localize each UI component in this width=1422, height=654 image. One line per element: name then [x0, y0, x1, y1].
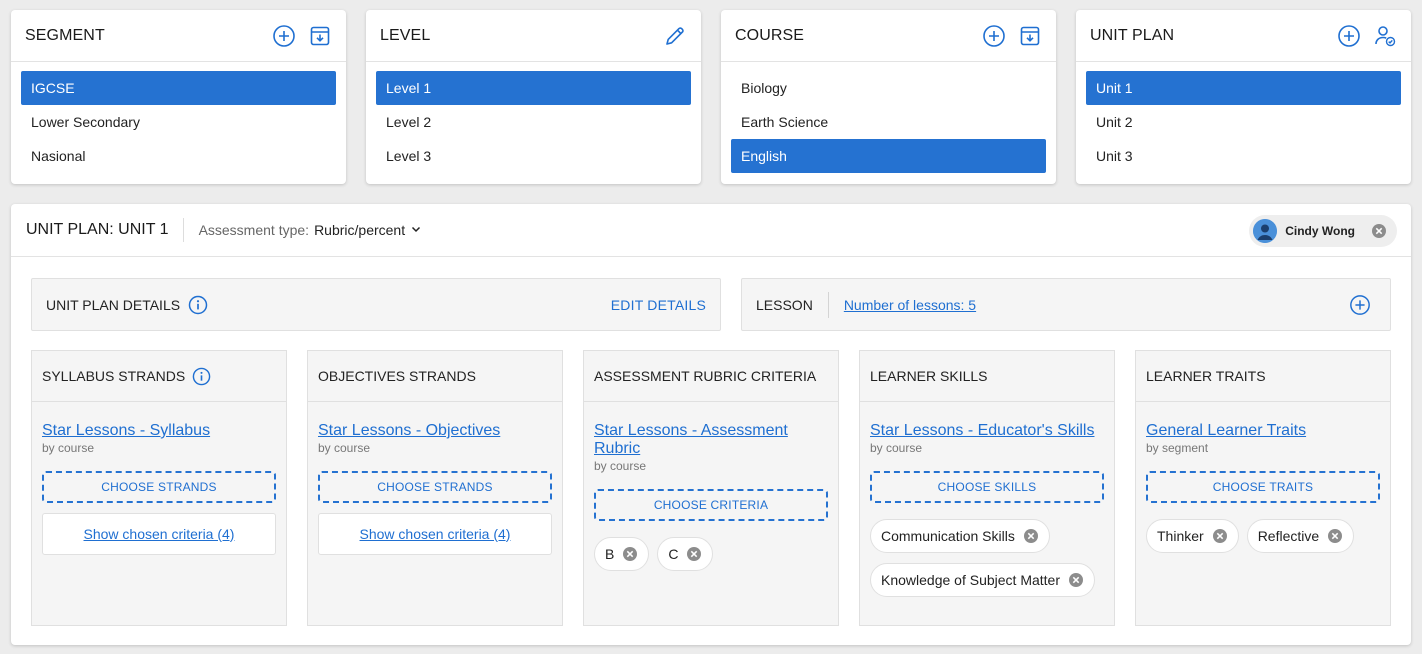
segment-item[interactable]: Nasional	[21, 139, 336, 173]
skill-chip: Knowledge of Subject Matter	[870, 563, 1095, 597]
unit-plan-details-label: UNIT PLAN DETAILS	[46, 296, 181, 313]
divider	[827, 291, 829, 318]
choose-strands-button[interactable]: CHOOSE STRANDS	[318, 471, 552, 503]
number-of-lessons-link[interactable]: Number of lessons: 5	[844, 297, 976, 313]
lesson-label: LESSON	[756, 296, 813, 313]
chevron-down-icon	[410, 222, 422, 238]
learner-traits-column: LEARNER TRAITS General Learner Traits by…	[1135, 350, 1391, 626]
assessment-type-label: Assessment type:	[198, 222, 310, 238]
segment-item[interactable]: IGCSE	[21, 71, 336, 105]
remove-chip-icon[interactable]	[686, 546, 702, 562]
source-link[interactable]: General Learner Traits	[1146, 422, 1380, 440]
column-header: ASSESSMENT RUBRIC CRITERIA	[594, 368, 817, 384]
chip-list: Thinker Reflective	[1146, 519, 1380, 553]
assessment-rubric-column: ASSESSMENT RUBRIC CRITERIA Star Lessons …	[583, 350, 839, 626]
pencil-edit-icon[interactable]	[663, 24, 687, 48]
edit-details-button[interactable]: EDIT DETAILS	[611, 297, 706, 313]
level-item[interactable]: Level 2	[376, 105, 691, 139]
level-list: Level 1 Level 2 Level 3	[366, 62, 701, 182]
unit-plan-heading: UNIT PLAN: UNIT 1	[26, 218, 184, 242]
source-scope: by course	[42, 441, 95, 455]
unit-plan-card: UNIT PLAN Unit 1 Unit 2 Unit 3	[1076, 10, 1411, 184]
remove-user-icon[interactable]	[1371, 223, 1387, 239]
level-item[interactable]: Level 3	[376, 139, 691, 173]
trait-chip: Thinker	[1146, 519, 1239, 553]
skill-chip: Communication Skills	[870, 519, 1050, 553]
source-link[interactable]: Star Lessons - Syllabus	[42, 422, 276, 440]
remove-chip-icon[interactable]	[1212, 528, 1228, 544]
source-link[interactable]: Star Lessons - Educator's Skills	[870, 422, 1104, 440]
avatar	[1253, 219, 1278, 243]
trait-chip: Reflective	[1246, 519, 1355, 553]
user-chip: Cindy Wong	[1249, 215, 1397, 247]
unit-plan-item[interactable]: Unit 2	[1086, 105, 1401, 139]
chip-label: Communication Skills	[881, 528, 1015, 544]
course-item[interactable]: English	[731, 139, 1046, 173]
source-scope: by course	[594, 459, 647, 473]
source-link[interactable]: Star Lessons - Objectives	[318, 422, 552, 440]
source-scope: by course	[318, 441, 371, 455]
criteria-chip: B	[594, 537, 650, 571]
chip-list: Communication Skills Knowledge of Subjec…	[870, 519, 1104, 597]
unit-plan-item[interactable]: Unit 3	[1086, 139, 1401, 173]
unit-plan-main: UNIT PLAN: UNIT 1 Assessment type: Rubri…	[11, 204, 1411, 645]
chip-label: C	[668, 546, 679, 562]
segment-list: IGCSE Lower Secondary Nasional	[11, 62, 346, 182]
course-list: Biology Earth Science English	[721, 62, 1056, 182]
source-scope: by course	[870, 441, 923, 455]
criteria-chip: C	[657, 537, 714, 571]
unit-plan-list: Unit 1 Unit 2 Unit 3	[1076, 62, 1411, 182]
column-header: LEARNER SKILLS	[870, 368, 988, 384]
show-chosen-criteria-button[interactable]: Show chosen criteria (4)	[42, 513, 276, 555]
info-icon[interactable]	[191, 366, 211, 386]
chip-label: Knowledge of Subject Matter	[881, 572, 1060, 588]
unit-plan-details-panel: UNIT PLAN DETAILS EDIT DETAILS	[31, 278, 721, 331]
chip-label: Thinker	[1157, 528, 1204, 544]
source-scope: by segment	[1146, 441, 1209, 455]
assessment-type-dropdown[interactable]: Assessment type: Rubric/percent	[199, 222, 423, 238]
assessment-type-value: Rubric/percent	[314, 222, 406, 238]
remove-chip-icon[interactable]	[1327, 528, 1343, 544]
add-circle-icon[interactable]	[1337, 24, 1361, 48]
user-name: Cindy Wong	[1285, 224, 1355, 238]
archive-download-icon[interactable]	[308, 24, 332, 48]
learner-skills-column: LEARNER SKILLS Star Lessons - Educator's…	[859, 350, 1115, 626]
remove-chip-icon[interactable]	[622, 546, 638, 562]
user-check-icon[interactable]	[1373, 24, 1397, 48]
segment-card: SEGMENT IGCSE Lower Secondary Nasional	[11, 10, 346, 184]
segment-title: SEGMENT	[25, 26, 105, 44]
add-circle-icon[interactable]	[272, 24, 296, 48]
choose-skills-button[interactable]: CHOOSE SKILLS	[870, 471, 1104, 503]
chip-label: Reflective	[1257, 528, 1320, 544]
choose-traits-button[interactable]: CHOOSE TRAITS	[1146, 471, 1380, 503]
archive-download-icon[interactable]	[1018, 24, 1042, 48]
level-title: LEVEL	[380, 26, 431, 44]
remove-chip-icon[interactable]	[1023, 528, 1039, 544]
course-item[interactable]: Biology	[731, 71, 1046, 105]
course-title: COURSE	[735, 26, 805, 44]
info-icon[interactable]	[186, 293, 210, 317]
unit-plan-title: UNIT PLAN	[1090, 26, 1175, 44]
segment-item[interactable]: Lower Secondary	[21, 105, 336, 139]
syllabus-strands-column: SYLLABUS STRANDS Star Lessons - Syllabus…	[31, 350, 287, 626]
chip-label: B	[605, 546, 615, 562]
course-item[interactable]: Earth Science	[731, 105, 1046, 139]
chip-list: B C	[594, 537, 828, 571]
unit-plan-item[interactable]: Unit 1	[1086, 71, 1401, 105]
show-chosen-criteria-button[interactable]: Show chosen criteria (4)	[318, 513, 552, 555]
level-item[interactable]: Level 1	[376, 71, 691, 105]
remove-chip-icon[interactable]	[1068, 572, 1084, 588]
add-lesson-icon[interactable]	[1348, 293, 1372, 317]
source-link[interactable]: Star Lessons - Assessment Rubric	[594, 422, 828, 458]
add-circle-icon[interactable]	[982, 24, 1006, 48]
level-card: LEVEL Level 1 Level 2 Level 3	[366, 10, 701, 184]
column-header: OBJECTIVES STRANDS	[318, 368, 476, 384]
choose-strands-button[interactable]: CHOOSE STRANDS	[42, 471, 276, 503]
column-header: SYLLABUS STRANDS	[42, 368, 186, 384]
objectives-strands-column: OBJECTIVES STRANDS Star Lessons - Object…	[307, 350, 563, 626]
choose-criteria-button[interactable]: CHOOSE CRITERIA	[594, 489, 828, 521]
lesson-panel: LESSON Number of lessons: 5	[741, 278, 1391, 331]
course-card: COURSE Biology Earth Science English	[721, 10, 1056, 184]
column-header: LEARNER TRAITS	[1146, 368, 1266, 384]
